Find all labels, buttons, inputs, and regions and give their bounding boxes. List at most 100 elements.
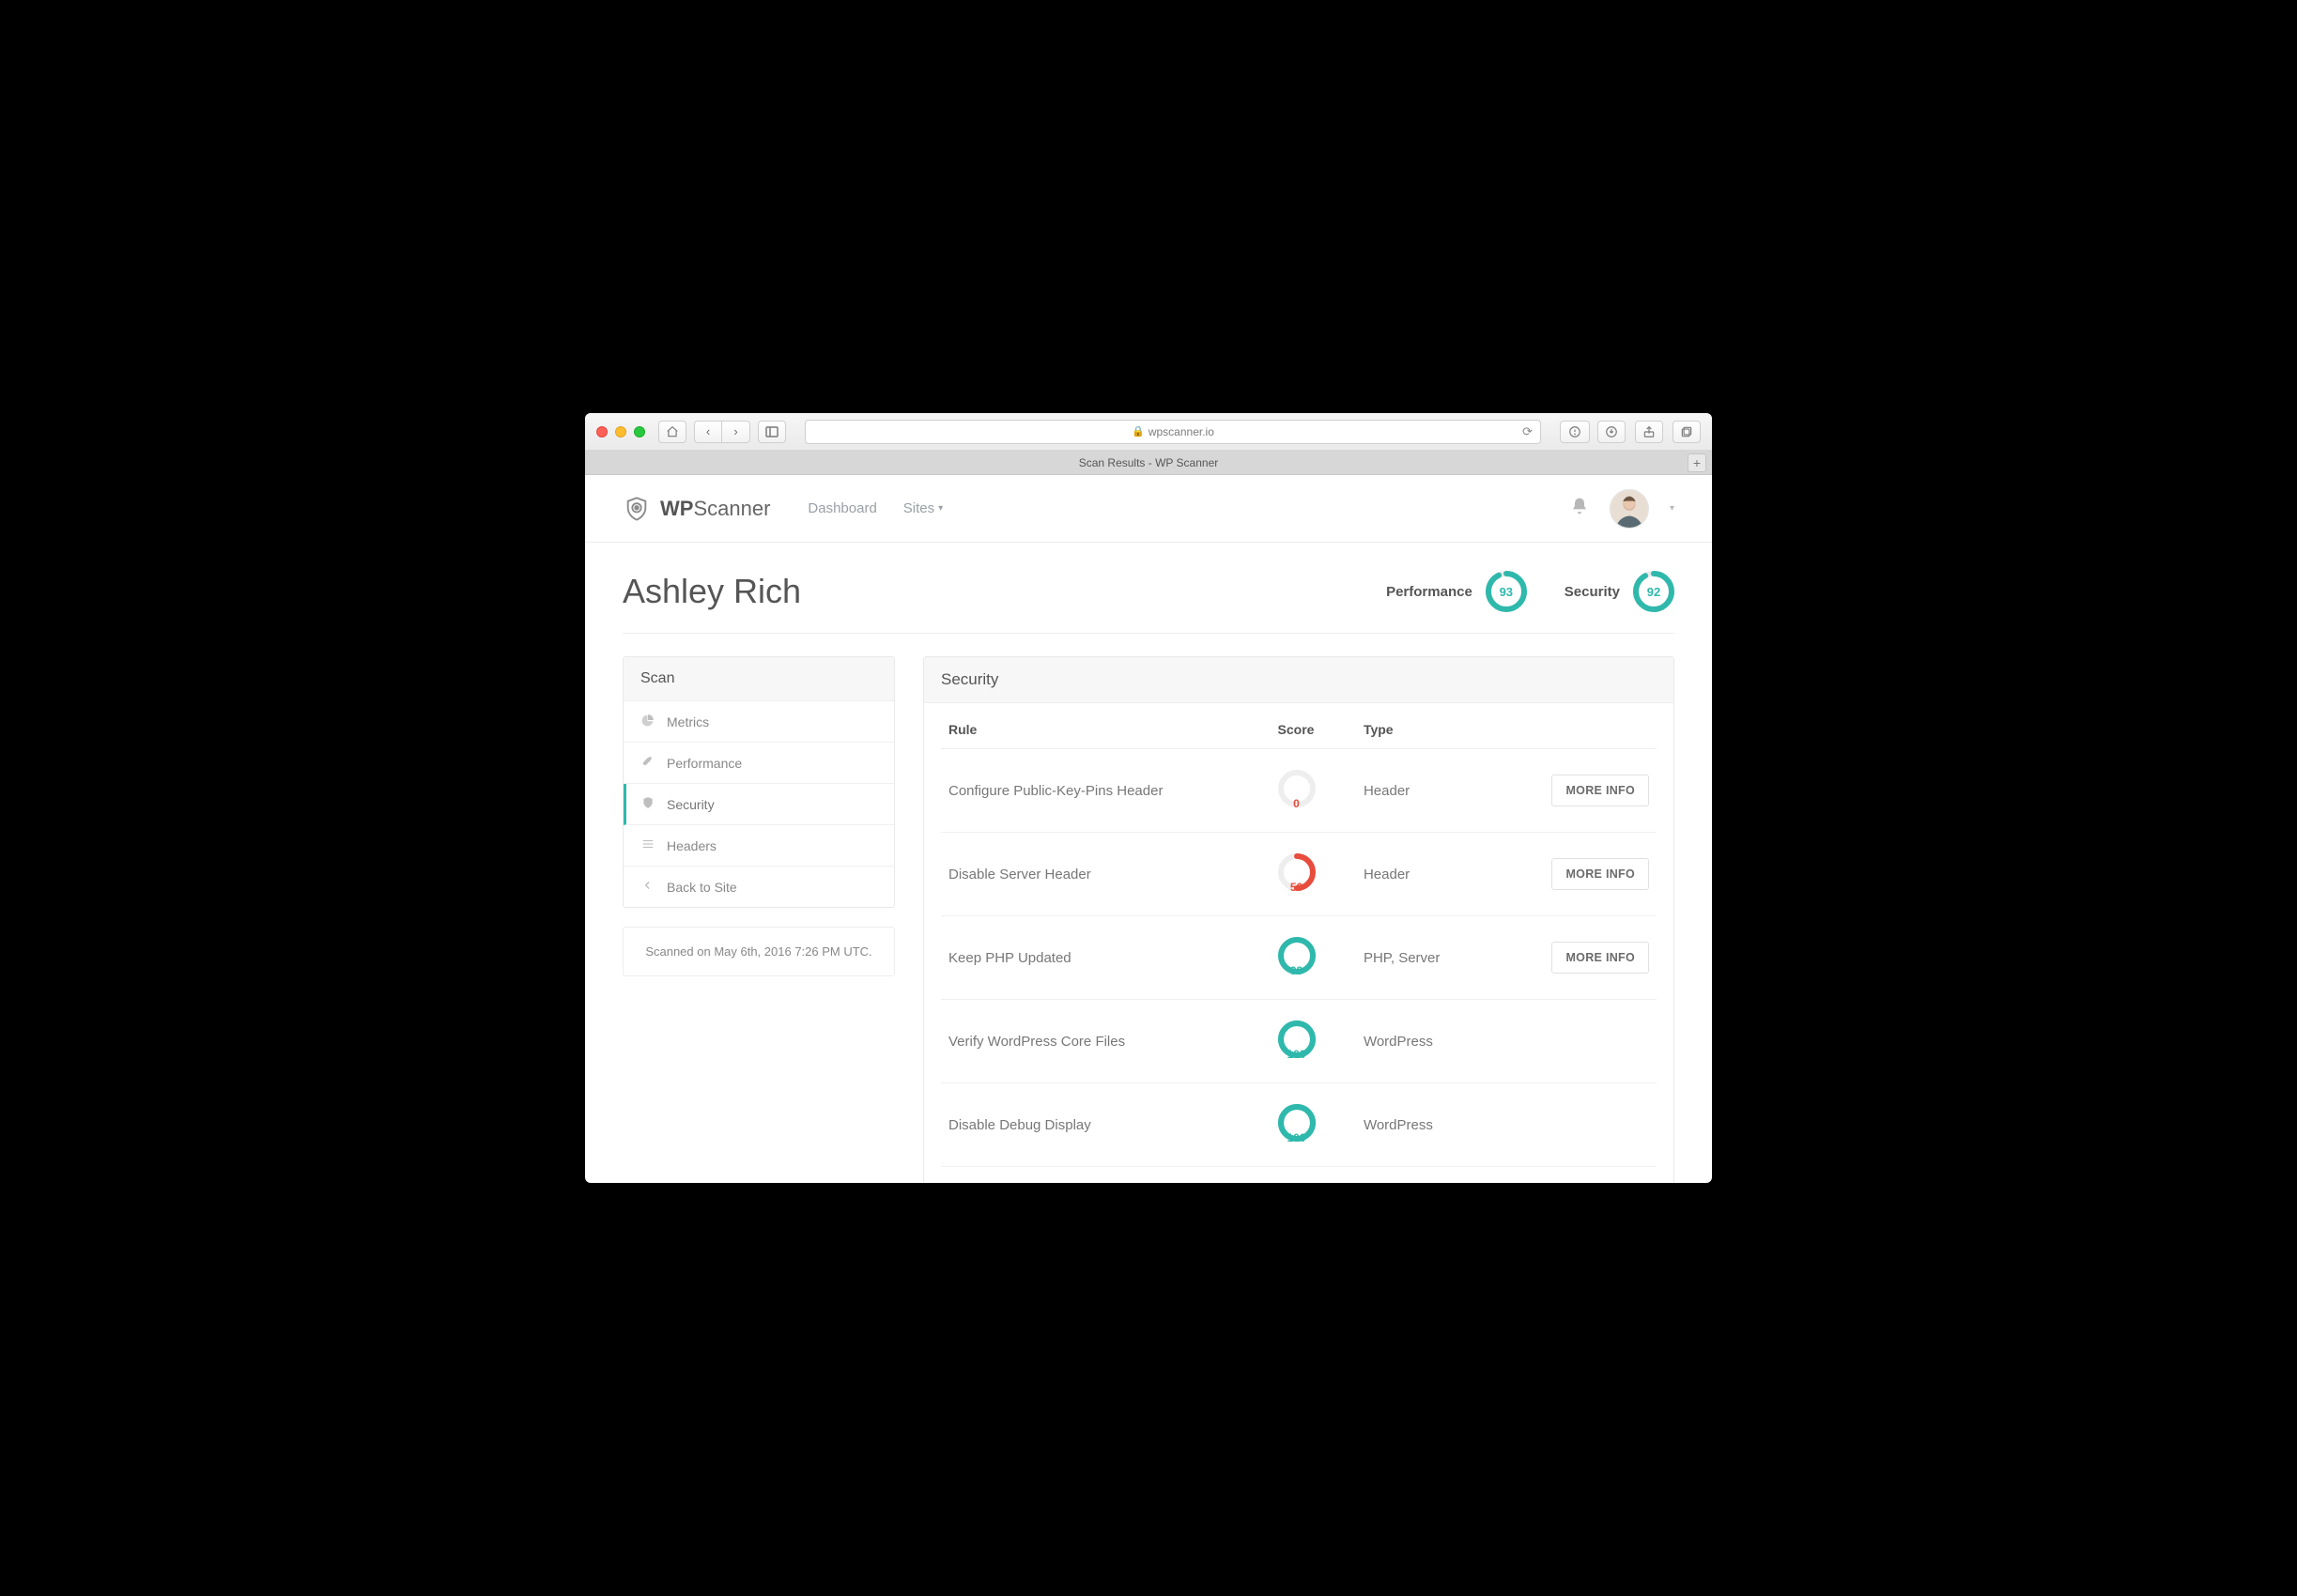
list-icon — [640, 837, 655, 853]
sidebar-list: Metrics Performance Security Headers Bac… — [624, 701, 894, 907]
nav-dashboard[interactable]: Dashboard — [808, 500, 876, 516]
pie-icon — [640, 714, 655, 729]
action-cell: MORE INFO — [1528, 833, 1657, 916]
col-rule: Rule — [941, 707, 1271, 749]
minimize-window-button[interactable] — [615, 426, 626, 437]
score-ring: 98 — [1278, 962, 1316, 978]
score-cell: 98 — [1271, 916, 1356, 1000]
app-header: WPScanner Dashboard Sites ▾ ▾ — [585, 475, 1712, 543]
score-ring: 100 — [1278, 1129, 1316, 1145]
security-label: Security — [1565, 584, 1620, 600]
type-cell: Header — [1356, 749, 1528, 833]
sidebar-item-label: Metrics — [667, 714, 709, 729]
action-cell: MORE INFO — [1528, 749, 1657, 833]
col-score: Score — [1271, 707, 1356, 749]
notifications-button[interactable] — [1570, 497, 1589, 520]
user-avatar[interactable] — [1610, 489, 1649, 529]
share-button[interactable] — [1635, 421, 1663, 443]
window-controls — [596, 426, 645, 437]
reader-button[interactable] — [1560, 421, 1590, 443]
browser-window: ‹ › 🔒 wpscanner.io ⟳ Scan Resu — [585, 413, 1712, 1183]
table-row: Disable Debug Display 100 WordPress — [941, 1083, 1657, 1167]
sidebar-item-label: Back to Site — [667, 880, 737, 895]
site-name: Ashley Rich — [623, 572, 801, 611]
rocket-icon — [640, 755, 655, 771]
nav-sites[interactable]: Sites ▾ — [903, 500, 943, 516]
performance-ring: 93 — [1486, 571, 1527, 612]
brand-logo-icon — [623, 495, 651, 523]
tab-bar: Scan Results - WP Scanner + — [585, 451, 1712, 475]
primary-nav: Dashboard Sites ▾ — [808, 500, 943, 516]
performance-score: Performance 93 — [1386, 571, 1527, 612]
nav-buttons: ‹ › — [694, 421, 750, 443]
type-cell: WordPress — [1356, 1000, 1528, 1083]
sidebar-heading: Scan — [624, 657, 894, 701]
rule-cell: Verify WordPress Core Files — [941, 1000, 1271, 1083]
lock-icon: 🔒 — [1132, 425, 1145, 437]
score-ring: 0 — [1278, 795, 1316, 811]
sidebar-item-security[interactable]: Security — [624, 784, 894, 825]
table-row: Keep PHP Updated 98 PHP, Server MORE INF… — [941, 916, 1657, 1000]
score-cell: 0 — [1271, 749, 1356, 833]
content: Security Rule Score Type — [923, 656, 1674, 1183]
score-cell: 100 — [1271, 1000, 1356, 1083]
rule-cell: Keep PHP Updated — [941, 916, 1271, 1000]
tab-title[interactable]: Scan Results - WP Scanner — [1079, 456, 1219, 469]
table-row: Configure Public-Key-Pins Header 0 Heade… — [941, 749, 1657, 833]
col-action — [1528, 707, 1657, 749]
sidebar-panel: Scan Metrics Performance Security Header… — [623, 656, 895, 908]
sidebar: Scan Metrics Performance Security Header… — [623, 656, 895, 976]
sidebar-item-metrics[interactable]: Metrics — [624, 701, 894, 743]
back-icon — [640, 879, 655, 895]
action-cell: MORE INFO — [1528, 916, 1657, 1000]
new-tab-button[interactable]: + — [1688, 453, 1706, 472]
sidebar-item-headers[interactable]: Headers — [624, 825, 894, 867]
sidebar-item-label: Headers — [667, 838, 717, 853]
security-score: Security 92 — [1565, 571, 1674, 612]
scan-timestamp: Scanned on May 6th, 2016 7:26 PM UTC. — [623, 927, 895, 976]
type-cell: PHP, Server — [1356, 916, 1528, 1000]
score-cell: 100 — [1271, 1083, 1356, 1167]
type-cell: WordPress — [1356, 1083, 1528, 1167]
shield-icon — [640, 796, 655, 812]
address-bar[interactable]: 🔒 wpscanner.io ⟳ — [805, 420, 1541, 444]
chevron-down-icon: ▾ — [938, 503, 943, 514]
rule-cell: Disable Server Header — [941, 833, 1271, 916]
sidebar-toggle-button[interactable] — [758, 421, 786, 443]
score-cell: 50 — [1271, 833, 1356, 916]
security-table: Rule Score Type Configure Public-Key-Pin… — [941, 707, 1657, 1167]
page-header: Ashley Rich Performance 93 Security 92 — [623, 571, 1674, 634]
home-button[interactable] — [658, 421, 686, 443]
url-host: wpscanner.io — [1148, 425, 1214, 438]
reload-button[interactable]: ⟳ — [1522, 424, 1533, 439]
performance-label: Performance — [1386, 584, 1472, 600]
col-type: Type — [1356, 707, 1528, 749]
app-viewport: WPScanner Dashboard Sites ▾ ▾ — [585, 475, 1712, 1183]
sidebar-item-performance[interactable]: Performance — [624, 743, 894, 784]
nav-sites-label: Sites — [903, 500, 934, 516]
score-ring: 100 — [1278, 1046, 1316, 1062]
sidebar-item-label: Security — [667, 797, 715, 812]
type-cell: Header — [1356, 833, 1528, 916]
forward-button[interactable]: › — [722, 421, 750, 443]
content-heading: Security — [924, 657, 1673, 703]
browser-toolbar: ‹ › 🔒 wpscanner.io ⟳ — [585, 413, 1712, 451]
score-ring: 50 — [1278, 879, 1316, 895]
tabs-button[interactable] — [1673, 421, 1701, 443]
more-info-button[interactable]: MORE INFO — [1551, 942, 1649, 974]
downloads-button[interactable] — [1597, 421, 1626, 443]
action-cell — [1528, 1083, 1657, 1167]
table-row: Verify WordPress Core Files 100 WordPres… — [941, 1000, 1657, 1083]
more-info-button[interactable]: MORE INFO — [1551, 775, 1649, 806]
brand-text: WPScanner — [660, 497, 770, 521]
close-window-button[interactable] — [596, 426, 608, 437]
more-info-button[interactable]: MORE INFO — [1551, 858, 1649, 890]
zoom-window-button[interactable] — [634, 426, 645, 437]
sidebar-item-label: Performance — [667, 756, 742, 771]
rule-cell: Configure Public-Key-Pins Header — [941, 749, 1271, 833]
brand[interactable]: WPScanner — [623, 495, 770, 523]
back-button[interactable]: ‹ — [694, 421, 722, 443]
user-menu-caret-icon[interactable]: ▾ — [1670, 503, 1674, 514]
sidebar-item-back-to-site[interactable]: Back to Site — [624, 867, 894, 907]
action-cell — [1528, 1000, 1657, 1083]
